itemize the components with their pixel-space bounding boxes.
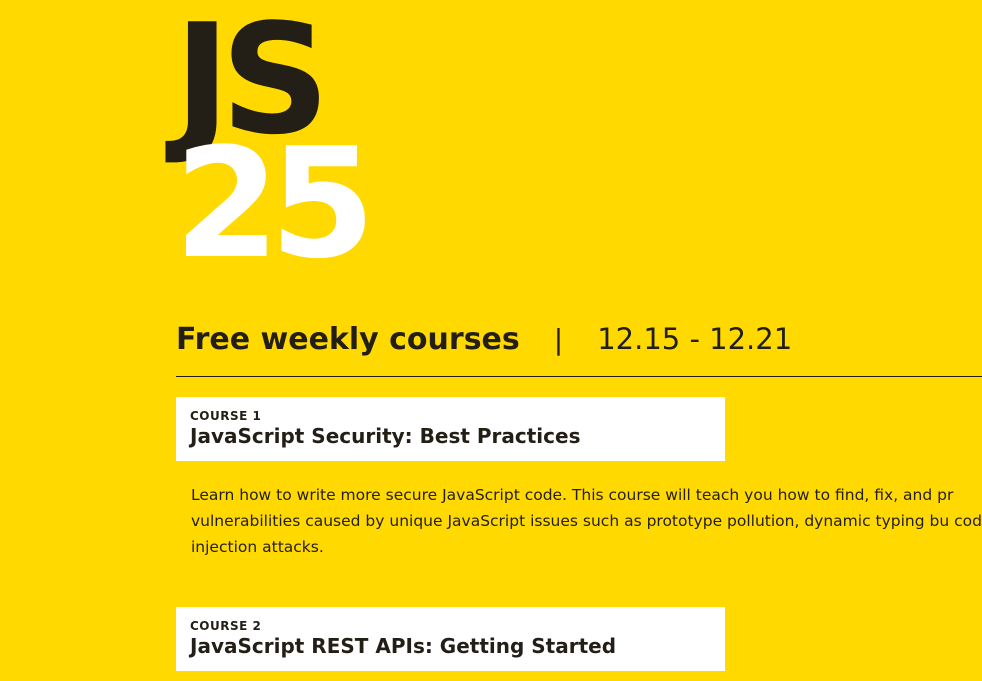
course-card-1[interactable]: COURSE 1 JavaScript Security: Best Pract… [176,397,725,461]
page-headline: Free weekly courses | 12.15 - 12.21 [176,316,792,362]
js25-logo: JS 25 [174,0,376,292]
course-number-label: COURSE 1 [190,409,262,423]
logo-25-text: 25 [174,115,376,292]
course-card-2[interactable]: COURSE 2 JavaScript REST APIs: Getting S… [176,607,725,671]
course-title-link[interactable]: JavaScript REST APIs: Getting Started [190,633,711,659]
date-range: 12.15 - 12.21 [597,322,793,356]
headline-divider [176,376,982,377]
page-title: Free weekly courses [176,321,520,357]
course-number-label: COURSE 2 [190,619,262,633]
course-description-text: Learn how to write more secure JavaScrip… [191,486,982,556]
course-title-link[interactable]: JavaScript Security: Best Practices [190,423,711,449]
headline-separator: | [553,322,564,356]
course-description: Learn how to write more secure JavaScrip… [191,482,982,562]
